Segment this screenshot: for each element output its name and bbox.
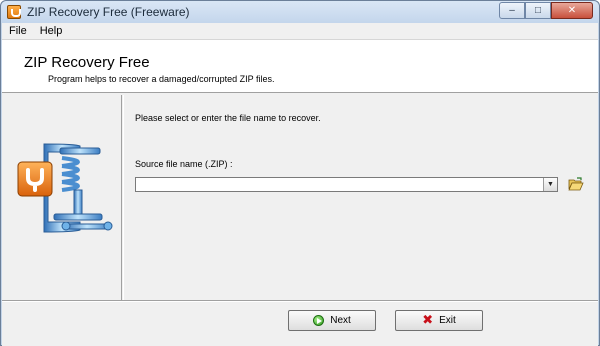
- source-file-label: Source file name (.ZIP) :: [135, 159, 233, 169]
- red-x-icon: ✖: [422, 313, 434, 328]
- menu-file[interactable]: File: [2, 25, 33, 37]
- exit-button[interactable]: ✖ Exit: [395, 310, 483, 331]
- app-icon[interactable]: [7, 5, 21, 19]
- next-button-label: Next: [330, 315, 351, 326]
- title-bar[interactable]: ZIP Recovery Free (Freeware) – □ ✕: [1, 1, 599, 23]
- header-panel: ZIP Recovery Free Program helps to recov…: [2, 40, 598, 93]
- menu-bar: File Help: [2, 23, 598, 40]
- open-folder-icon: [568, 177, 584, 191]
- chevron-down-icon[interactable]: ▼: [543, 178, 557, 191]
- maximize-button[interactable]: □: [525, 2, 551, 19]
- next-button[interactable]: Next: [288, 310, 376, 331]
- footer-separator: [2, 300, 598, 302]
- instruction-text: Please select or enter the file name to …: [135, 113, 321, 123]
- browse-button[interactable]: [567, 175, 585, 193]
- header-subtitle: Program helps to recover a damaged/corru…: [48, 74, 275, 84]
- minimize-button[interactable]: –: [499, 2, 525, 19]
- menu-help[interactable]: Help: [33, 25, 69, 37]
- exit-button-label: Exit: [439, 315, 456, 326]
- dialog-body: ZIP Recovery Free Program helps to recov…: [2, 40, 598, 346]
- next-arrow-icon: [313, 315, 325, 326]
- source-file-combobox[interactable]: ▼: [135, 177, 558, 192]
- close-button[interactable]: ✕: [551, 2, 593, 19]
- form-panel: Please select or enter the file name to …: [123, 95, 598, 300]
- logo-panel: [2, 95, 122, 300]
- window-title: ZIP Recovery Free (Freeware): [27, 5, 190, 19]
- header-title: ZIP Recovery Free: [24, 54, 150, 71]
- zip-clamp-icon: [17, 143, 113, 233]
- window-controls: – □ ✕: [499, 2, 593, 19]
- application-window: ZIP Recovery Free (Freeware) – □ ✕ File …: [0, 0, 600, 346]
